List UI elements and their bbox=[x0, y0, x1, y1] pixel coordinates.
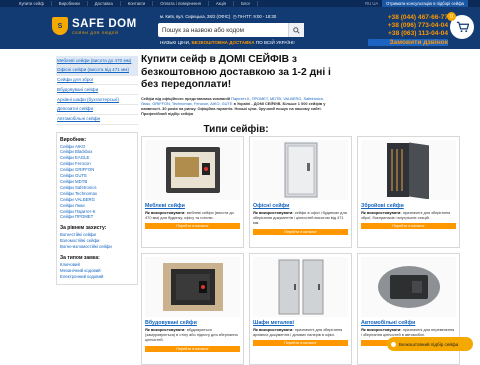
card-title[interactable]: Вбудовувані сейфи bbox=[145, 320, 240, 326]
card-description: Як використовувати: призначені для збері… bbox=[361, 210, 456, 220]
furniture-safe-icon bbox=[165, 147, 220, 193]
free-selection-label: Безкоштовний підбір сейфа bbox=[399, 341, 459, 347]
filter-box: Виробник: Сейфи AIKO Сейфи Blackbox Сейф… bbox=[56, 131, 138, 285]
header: S SAFE DOM Сейфи для людей м. Київ, вул.… bbox=[0, 7, 480, 49]
search-button[interactable] bbox=[288, 23, 304, 37]
category-link[interactable]: Вбудовувані сейфи bbox=[56, 85, 138, 96]
language-switch[interactable]: RU UA bbox=[365, 1, 378, 6]
cart-count: 0 bbox=[447, 12, 456, 21]
top-nav-item[interactable]: Блог bbox=[234, 1, 259, 6]
address-line: м. Київ, вул. Сирецька, 28/2 (ОФІС) ◷ ПН… bbox=[160, 14, 276, 20]
gun-safe-image[interactable] bbox=[361, 140, 456, 200]
catalog-button[interactable]: Перейти в каталог bbox=[145, 223, 240, 230]
catalog-button[interactable]: Перейти в каталог bbox=[361, 223, 456, 230]
working-hours: ПН-ПТ: 9:00 - 18:30 bbox=[237, 14, 277, 19]
gun-safe-icon bbox=[386, 142, 429, 199]
address: м. Київ, вул. Сирецька, 28/2 (ОФІС) bbox=[160, 14, 231, 19]
promo-suffix: ПО ВСІЙ УКРАЇНІ! bbox=[255, 40, 295, 45]
catalog-button[interactable]: Перейти в каталог bbox=[253, 340, 348, 347]
card-description: Як використовувати: призначені для збері… bbox=[253, 327, 348, 337]
promo-line: НИЗЬКІ ЦІНИ, БЕЗКОШТОВНА ДОСТАВКА ПО ВСІ… bbox=[160, 40, 295, 45]
main-content: Купити сейф в ДОМІ СЕЙФІВ з безкоштовною… bbox=[141, 54, 331, 135]
catalog-button[interactable]: Перейти в каталог bbox=[253, 228, 348, 235]
phone-number[interactable]: +38 (063) 113-04-04 bbox=[368, 30, 448, 38]
intro-lead: Сейфи від офіційного представника компан… bbox=[141, 95, 231, 101]
protection-heading: За рівнем захисту: bbox=[60, 225, 107, 232]
card-description: Як використовувати: призначені для перев… bbox=[361, 327, 456, 337]
metal-cabinet-icon bbox=[278, 259, 323, 315]
office-safe-image[interactable] bbox=[253, 140, 348, 200]
category-link[interactable]: Депозитні сейфи bbox=[56, 105, 138, 115]
status-dot-icon bbox=[391, 341, 396, 347]
logo-slogan: Сейфи для людей bbox=[72, 30, 119, 35]
top-nav-item[interactable]: Виробники bbox=[52, 1, 88, 6]
type-card[interactable]: Офісні сейфи Як використовувати: сейфи в… bbox=[249, 136, 352, 248]
section-title: Типи сейфів: bbox=[203, 123, 269, 135]
sidebar: Меблеві сейфи (висота до 470 мм) Офісні … bbox=[56, 56, 138, 285]
card-title[interactable]: Автомобільні сейфи bbox=[361, 320, 456, 326]
top-nav-item[interactable]: Контакти bbox=[121, 1, 154, 6]
promo-prefix: НИЗЬКІ ЦІНИ, bbox=[160, 40, 191, 45]
built-in-safe-icon bbox=[162, 263, 223, 311]
cart-icon bbox=[456, 21, 469, 33]
furniture-safe-image[interactable] bbox=[145, 140, 240, 200]
consultation-link[interactable]: Отримати консультацію в підборі сейфа bbox=[382, 0, 468, 7]
search-icon bbox=[293, 26, 300, 34]
card-description: Як використовувати: сейфи в офісі і буди… bbox=[253, 210, 348, 226]
card-description: Як використовувати: меблеві сейфи (висот… bbox=[145, 210, 240, 220]
category-link[interactable]: Меблеві сейфи (висота до 470 мм) bbox=[56, 56, 138, 66]
type-card[interactable]: Вбудовувані сейфи Як використовувати: вб… bbox=[141, 253, 244, 365]
category-link[interactable]: Офісні сейфи (висота від 471 мм) bbox=[56, 65, 138, 76]
top-nav-item[interactable]: Оплата і повернення bbox=[153, 1, 209, 6]
built-in-safe-image[interactable] bbox=[145, 257, 240, 317]
phone-number[interactable]: +38 (096) 773-04-04 bbox=[368, 22, 448, 30]
makers-heading: Виробник: bbox=[60, 136, 87, 143]
type-card[interactable]: Шафи металеві Як використовувати: призна… bbox=[249, 253, 352, 365]
category-link[interactable]: Автомобільні сейфи bbox=[56, 115, 138, 125]
callback-button[interactable]: Замовити дзвінок bbox=[368, 39, 448, 46]
free-selection-button[interactable]: Безкоштовний підбір сейфа bbox=[387, 337, 473, 351]
logo[interactable]: S SAFE DOM Сейфи для людей bbox=[52, 11, 138, 41]
logo-name: SAFE DOM bbox=[72, 17, 137, 30]
top-nav: Купити сейф Виробники Доставка Контакти … bbox=[12, 1, 259, 6]
cart-button[interactable]: 0 bbox=[447, 12, 474, 39]
intro-text: Сейфи від офіційного представника компан… bbox=[141, 96, 331, 117]
top-nav-item[interactable]: Доставка bbox=[88, 1, 121, 6]
top-nav-item[interactable]: Акція bbox=[209, 1, 235, 6]
metal-cabinet-image[interactable] bbox=[253, 257, 348, 317]
category-link[interactable]: Архівні шафи (бухгалтерські) bbox=[56, 95, 138, 105]
car-safe-image[interactable] bbox=[361, 257, 456, 317]
type-card[interactable]: Збройові сейфи Як використовувати: призн… bbox=[357, 136, 460, 248]
phone-number[interactable]: +38 (044) 467-66-77 bbox=[368, 14, 448, 22]
lock-heading: За типом замка: bbox=[60, 255, 100, 262]
category-link[interactable]: Сейфи для зброї bbox=[56, 76, 138, 86]
card-description: Як використовувати: вбудовуються (замуро… bbox=[145, 327, 240, 343]
safe-types-grid: Меблеві сейфи Як використовувати: меблев… bbox=[141, 136, 461, 365]
promo-accent: БЕЗКОШТОВНА ДОСТАВКА bbox=[191, 40, 255, 45]
catalog-button[interactable]: Перейти в каталог bbox=[145, 345, 240, 352]
page-title: Купити сейф в ДОМІ СЕЙФІВ з безкоштовною… bbox=[141, 54, 331, 90]
top-nav-item[interactable]: Купити сейф bbox=[12, 1, 52, 6]
phones-block: +38 (044) 467-66-77 +38 (096) 773-04-04 … bbox=[368, 14, 448, 46]
card-title[interactable]: Збройові сейфи bbox=[361, 203, 456, 209]
search-box: Пошук за назвою або кодом bbox=[158, 23, 304, 37]
type-card[interactable]: Меблеві сейфи Як використовувати: меблев… bbox=[141, 136, 244, 248]
card-title[interactable]: Офісні сейфи bbox=[253, 203, 348, 209]
card-title[interactable]: Меблеві сейфи bbox=[145, 203, 240, 209]
lock-link[interactable]: Електронний кодовий bbox=[60, 274, 134, 280]
office-safe-icon bbox=[284, 142, 317, 198]
top-bar: Купити сейф Виробники Доставка Контакти … bbox=[0, 0, 480, 7]
search-input[interactable]: Пошук за назвою або кодом bbox=[158, 27, 288, 34]
card-title[interactable]: Шафи металеві bbox=[253, 320, 348, 326]
shield-logo-icon: S bbox=[52, 17, 68, 35]
car-safe-icon bbox=[377, 266, 440, 308]
